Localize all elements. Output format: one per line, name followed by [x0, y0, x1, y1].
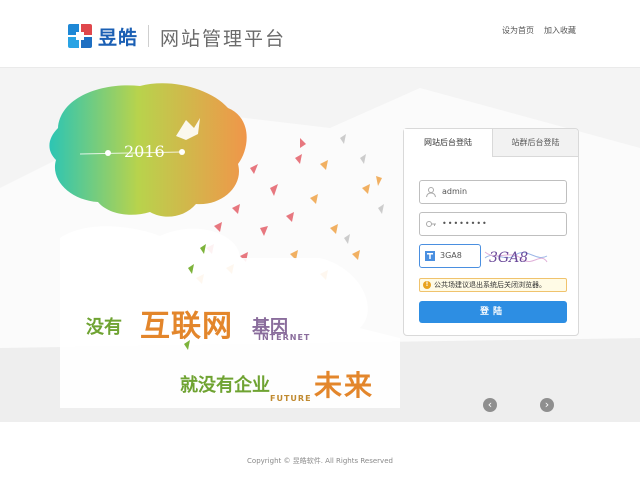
brand-divider — [148, 25, 149, 47]
footer-copyright: Copyright © 昱皓软件. All Rights Reserved — [247, 457, 393, 465]
username-field[interactable]: admin — [419, 180, 567, 204]
slogan-line1-b: 互联网 — [140, 309, 233, 344]
text-icon — [425, 251, 435, 261]
slogan-line1-english: INTERNET — [258, 333, 311, 342]
captcha-image-text: 3GA8 — [489, 250, 528, 266]
brand-name: 昱皓 — [98, 27, 139, 49]
key-icon — [426, 221, 436, 227]
set-homepage-link[interactable]: 设为首页 — [502, 25, 534, 36]
chevron-right-icon: › — [544, 398, 550, 411]
top-header: 昱皓 网站管理平台 设为首页 加入收藏 — [0, 0, 640, 68]
captcha-value: 3GA8 — [440, 251, 462, 260]
slogan-line2-english: FUTURE — [270, 394, 312, 403]
tab-group-admin-login[interactable]: 站群后台登陆 — [492, 129, 578, 157]
login-button[interactable]: 登陆 — [419, 301, 567, 323]
captcha-field[interactable]: 3GA8 — [419, 244, 481, 268]
security-notice: ! 公共场建议退出系统后关闭浏览器。 — [419, 278, 567, 292]
username-value: admin — [442, 187, 468, 196]
chevron-left-icon: ‹ — [487, 398, 493, 411]
user-icon — [426, 187, 436, 198]
login-tabs: 网站后台登陆 站群后台登陆 — [404, 129, 578, 157]
carousel-next-button[interactable]: › — [540, 398, 554, 412]
brand-logo-icon — [68, 24, 92, 48]
brand-subtitle: 网站管理平台 — [160, 28, 287, 50]
warning-icon: ! — [423, 281, 431, 289]
add-favorite-link[interactable]: 加入收藏 — [544, 25, 576, 36]
slogan-line2-b: 未来 — [314, 369, 375, 402]
login-panel: 网站后台登陆 站群后台登陆 admin •••••••• 3GA8 3GA8 ! — [403, 128, 579, 336]
security-notice-text: 公共场建议退出系统后关闭浏览器。 — [434, 281, 546, 289]
banner-year: 2016 — [124, 142, 165, 161]
captcha-image[interactable]: 3GA8 — [483, 244, 549, 268]
carousel-prev-button[interactable]: ‹ — [483, 398, 497, 412]
tab-site-admin-login[interactable]: 网站后台登陆 — [404, 129, 492, 157]
password-value: •••••••• — [442, 219, 488, 228]
slogan-line2-a: 就没有企业 — [180, 375, 270, 396]
password-field[interactable]: •••••••• — [419, 212, 567, 236]
slogan-line1-a: 没有 — [86, 317, 122, 338]
